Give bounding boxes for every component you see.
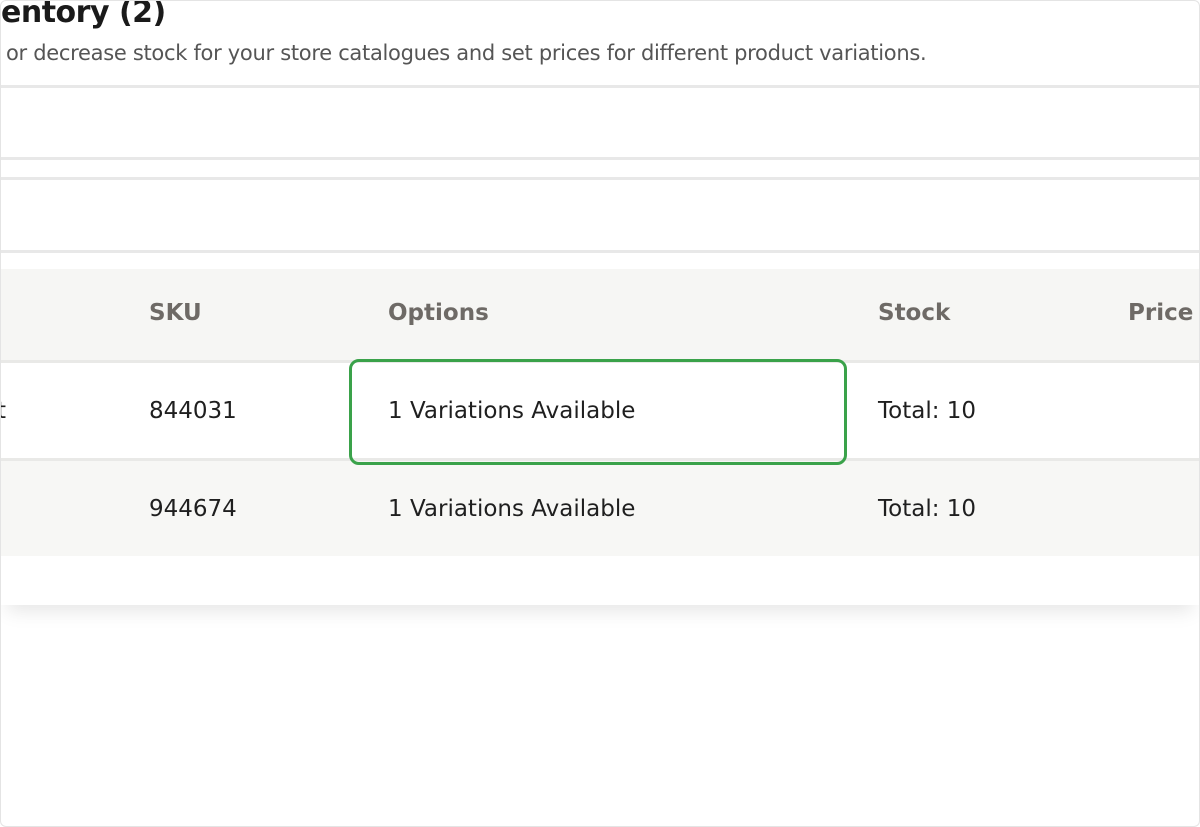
filter-bar <box>1 181 1199 251</box>
divider <box>1 177 1199 180</box>
page-title: entory (2) <box>1 0 166 30</box>
stock-cell: Total: 10 <box>878 398 977 424</box>
column-header-stock[interactable]: Stock <box>878 300 950 326</box>
sku-cell: 844031 <box>149 398 237 424</box>
sku-cell: 944674 <box>149 496 237 522</box>
table-header: SKU Options Stock Price <box>1 269 1199 360</box>
column-header-price[interactable]: Price <box>1128 300 1193 326</box>
page-subtitle: or decrease stock for your store catalog… <box>6 41 927 65</box>
options-cell[interactable]: 1 Variations Available <box>388 496 635 522</box>
options-cell[interactable]: 1 Variations Available <box>388 398 635 424</box>
stock-cell: Total: 10 <box>878 496 977 522</box>
app-frame: entory (2) or decrease stock for your st… <box>0 0 1200 827</box>
divider <box>1 250 1199 253</box>
column-header-options[interactable]: Options <box>388 300 489 326</box>
search-bar <box>1 89 1199 159</box>
product-name-cell[interactable]: t <box>1 398 6 424</box>
table-row[interactable]: - 944674 1 Variations Available Total: 1… <box>1 461 1199 556</box>
product-name-cell[interactable]: - <box>1 496 2 522</box>
column-header-sku[interactable]: SKU <box>149 300 202 326</box>
search-input[interactable] <box>1 89 1185 159</box>
table-row[interactable]: t 844031 1 Variations Available Total: 1… <box>1 363 1199 458</box>
divider <box>1 85 1199 88</box>
divider <box>1 157 1199 160</box>
inventory-table: SKU Options Stock Price t 844031 1 Varia… <box>1 269 1199 605</box>
